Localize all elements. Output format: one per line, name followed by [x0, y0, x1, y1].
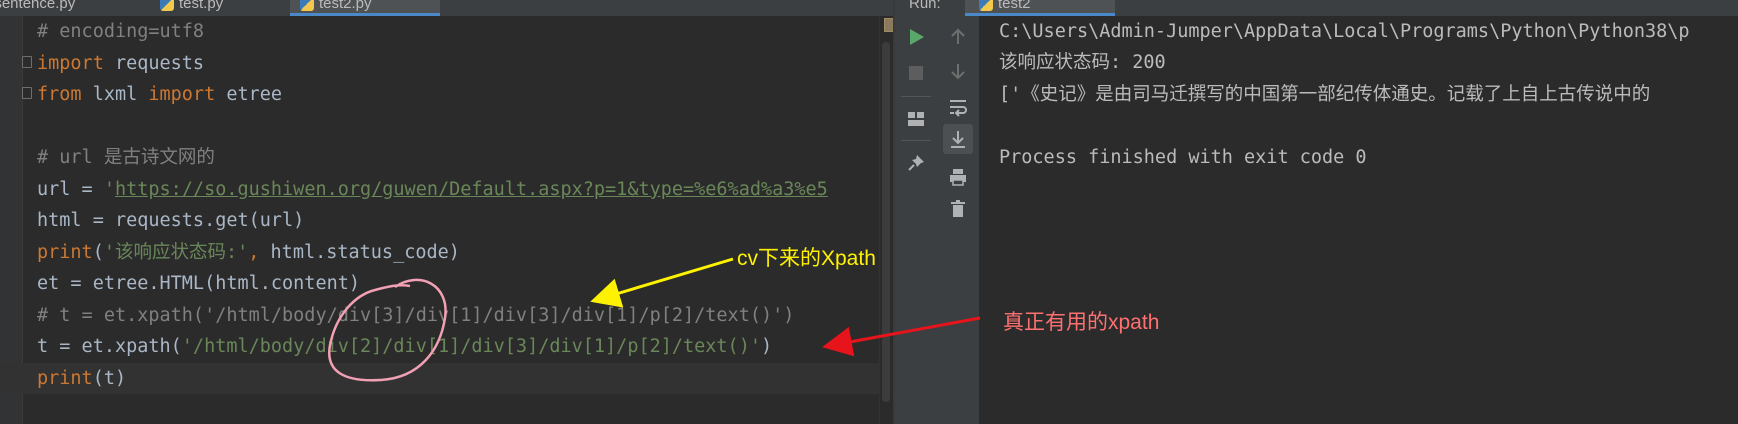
yellow-arrow — [590, 257, 734, 308]
pink-circle-annotation — [327, 278, 447, 382]
yellow-note: cv下来的Xpath — [737, 247, 876, 270]
red-note: 真正有用的xpath — [1003, 311, 1160, 334]
annotation-layer — [327, 257, 981, 382]
red-arrow — [822, 316, 981, 357]
